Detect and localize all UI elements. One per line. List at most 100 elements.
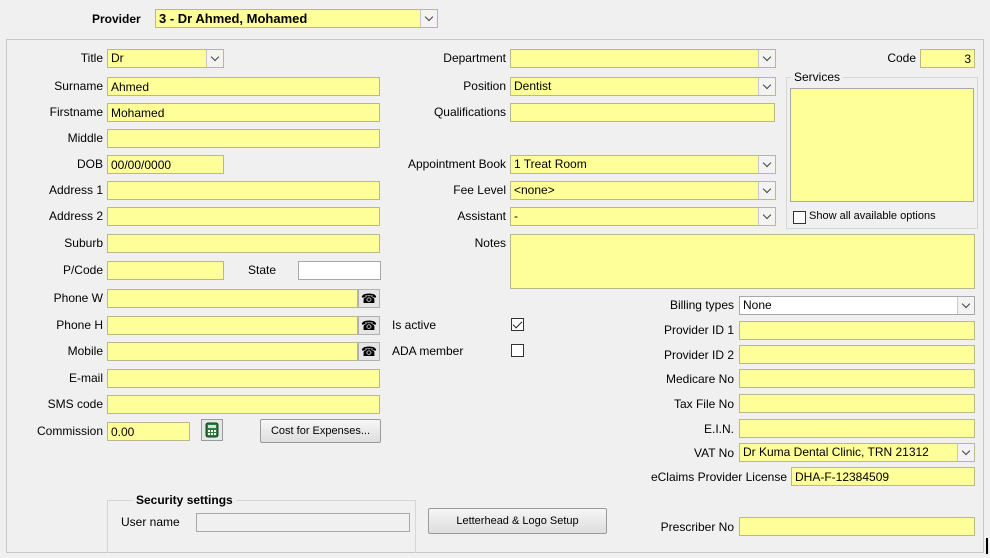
email-label: E-mail <box>68 371 103 385</box>
provider-id2-field[interactable] <box>739 345 975 364</box>
appointment-book-value: 1 Treat Room <box>510 155 776 174</box>
telephone-icon[interactable]: ☎ <box>358 316 380 335</box>
fee-level-select[interactable]: <none> <box>510 181 776 200</box>
prescriber-no-field[interactable] <box>739 517 975 536</box>
middle-field[interactable] <box>107 129 380 148</box>
chevron-down-icon[interactable] <box>758 208 775 225</box>
cost-for-expenses-button[interactable]: Cost for Expenses... <box>260 419 381 443</box>
provider-id1-label: Provider ID 1 <box>663 323 734 337</box>
ein-field[interactable] <box>739 419 975 438</box>
address2-field[interactable] <box>107 207 380 226</box>
code-label: Code <box>887 51 916 65</box>
sms-code-label: SMS code <box>47 397 103 411</box>
appointment-book-select[interactable]: 1 Treat Room <box>510 155 776 174</box>
chevron-down-icon[interactable] <box>758 50 775 67</box>
firstname-field[interactable] <box>107 103 380 122</box>
mobile-field[interactable] <box>107 342 358 361</box>
scrollbar-edge <box>986 538 988 554</box>
sms-code-field[interactable] <box>107 395 380 414</box>
prescriber-no-label: Prescriber No <box>660 520 734 534</box>
phonew-field[interactable] <box>107 289 358 308</box>
qualifications-label: Qualifications <box>433 105 506 119</box>
department-label: Department <box>443 51 506 65</box>
chevron-down-icon[interactable] <box>206 50 223 67</box>
qualifications-field[interactable] <box>510 103 775 122</box>
billing-types-value: None <box>739 296 975 315</box>
eclaims-license-label: eClaims Provider License <box>650 470 787 484</box>
position-label: Position <box>463 79 506 93</box>
code-field[interactable] <box>920 49 975 68</box>
address1-label: Address 1 <box>48 183 103 197</box>
ada-member-checkbox[interactable] <box>511 344 524 357</box>
department-select[interactable] <box>510 49 776 68</box>
billing-types-select[interactable]: None <box>739 296 975 315</box>
medicare-no-field[interactable] <box>739 369 975 388</box>
state-field[interactable] <box>298 261 381 280</box>
chevron-down-icon[interactable] <box>957 297 974 314</box>
vat-no-value: Dr Kuma Dental Clinic, TRN 21312 <box>739 443 975 462</box>
provider-id1-field[interactable] <box>739 321 975 340</box>
phonew-label: Phone W <box>53 291 103 305</box>
email-field[interactable] <box>107 369 380 388</box>
pcode-label: P/Code <box>62 263 103 277</box>
firstname-label: Firstname <box>49 105 103 119</box>
assistant-select[interactable]: - <box>510 207 776 226</box>
commission-field[interactable] <box>107 422 190 441</box>
assistant-value: - <box>510 207 776 226</box>
department-select-value <box>510 49 776 68</box>
provider-select[interactable]: 3 - Dr Ahmed, Mohamed <box>155 9 438 28</box>
username-label: User name <box>121 515 180 529</box>
mobile-label: Mobile <box>67 344 103 358</box>
state-label: State <box>248 263 277 277</box>
chevron-down-icon[interactable] <box>758 182 775 199</box>
telephone-icon[interactable]: ☎ <box>358 289 380 308</box>
services-list[interactable] <box>790 88 974 202</box>
calculator-button[interactable] <box>201 419 223 441</box>
position-select[interactable]: Dentist <box>510 77 776 96</box>
vat-no-label: VAT No <box>693 446 734 460</box>
title-select[interactable]: Dr <box>107 49 224 68</box>
suburb-field[interactable] <box>107 234 380 253</box>
commission-label: Commission <box>36 424 103 438</box>
surname-field[interactable] <box>107 77 380 96</box>
title-label: Title <box>80 51 103 65</box>
show-all-options-checkbox[interactable] <box>793 211 806 224</box>
tax-file-no-field[interactable] <box>739 394 975 413</box>
dob-label: DOB <box>76 157 103 171</box>
calculator-icon <box>205 422 219 438</box>
security-settings-title: Security settings <box>133 493 236 507</box>
surname-label: Surname <box>54 79 103 93</box>
ada-member-label: ADA member <box>392 344 464 358</box>
is-active-label: Is active <box>392 318 437 332</box>
notes-label: Notes <box>474 236 506 250</box>
provider-id2-label: Provider ID 2 <box>663 348 734 362</box>
billing-types-label: Billing types <box>669 298 734 312</box>
vat-no-select[interactable]: Dr Kuma Dental Clinic, TRN 21312 <box>739 443 975 462</box>
dob-field[interactable] <box>107 155 224 174</box>
pcode-field[interactable] <box>107 261 224 280</box>
chevron-down-icon[interactable] <box>957 444 974 461</box>
medicare-no-label: Medicare No <box>665 372 734 386</box>
ein-label: E.I.N. <box>703 422 734 436</box>
fee-level-label: Fee Level <box>453 183 506 197</box>
services-title: Services <box>791 70 844 84</box>
position-select-value: Dentist <box>510 77 776 96</box>
is-active-checkbox[interactable] <box>511 318 524 331</box>
middle-label: Middle <box>67 131 103 145</box>
notes-field[interactable] <box>510 234 975 289</box>
chevron-down-icon[interactable] <box>420 10 437 27</box>
chevron-down-icon[interactable] <box>758 78 775 95</box>
assistant-label: Assistant <box>457 209 506 223</box>
telephone-icon[interactable]: ☎ <box>358 342 380 361</box>
provider-select-value: 3 - Dr Ahmed, Mohamed <box>155 9 438 28</box>
eclaims-license-field[interactable] <box>791 467 975 486</box>
letterhead-logo-setup-button[interactable]: Letterhead & Logo Setup <box>428 508 607 534</box>
username-field[interactable] <box>196 513 410 532</box>
fee-level-value: <none> <box>510 181 776 200</box>
address2-label: Address 2 <box>48 209 103 223</box>
show-all-options-label: Show all available options <box>809 210 936 222</box>
chevron-down-icon[interactable] <box>758 156 775 173</box>
phoneh-label: Phone H <box>56 318 103 332</box>
phoneh-field[interactable] <box>107 316 358 335</box>
address1-field[interactable] <box>107 181 380 200</box>
